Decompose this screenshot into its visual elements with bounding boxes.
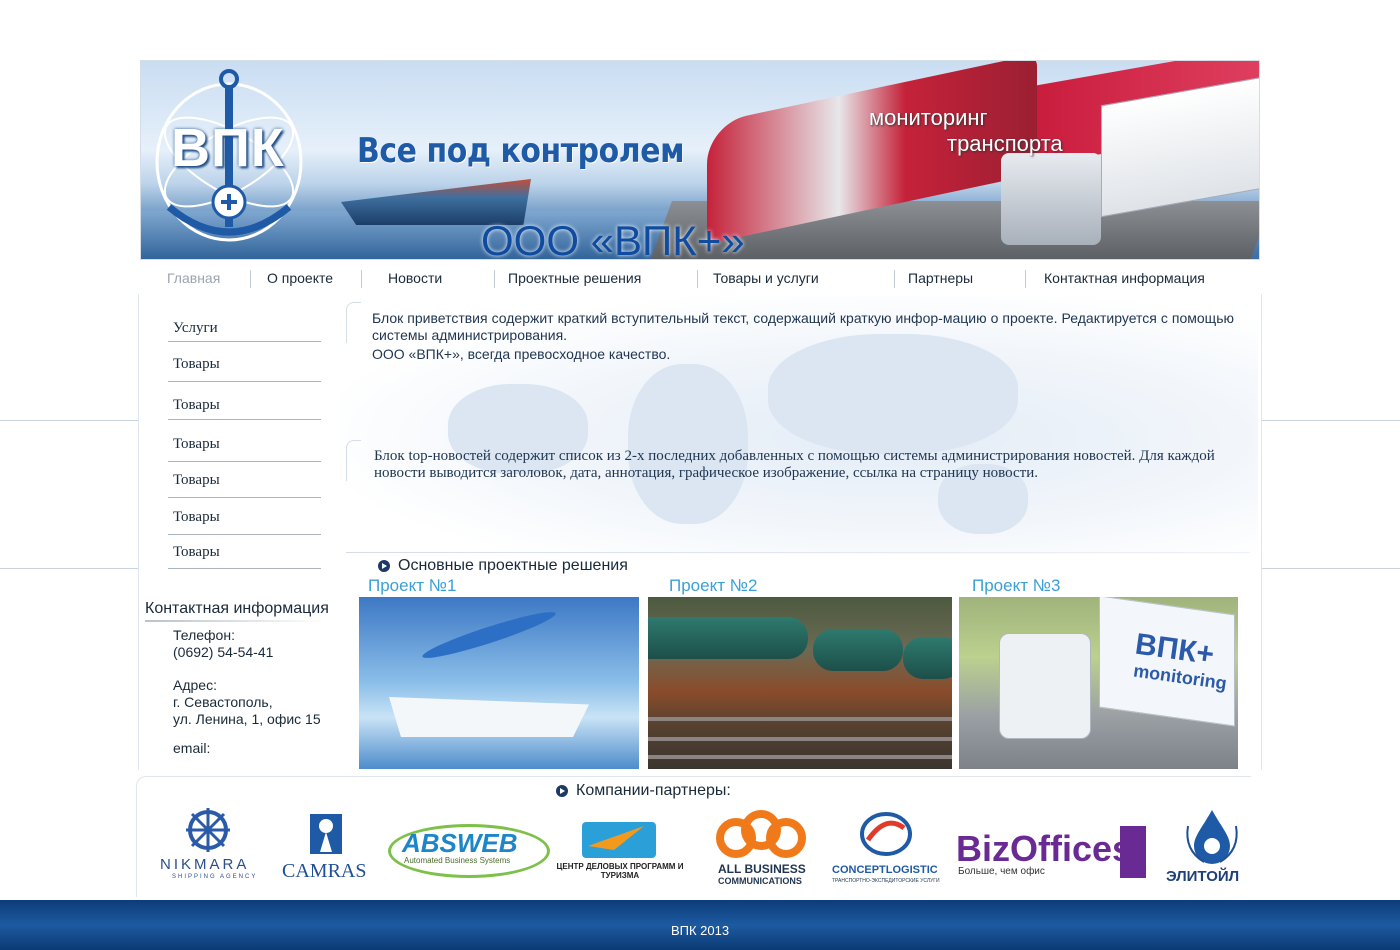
topnews-block-corner bbox=[346, 440, 361, 481]
nav-separator bbox=[250, 270, 251, 288]
sidebar-item-products[interactable]: Товары bbox=[168, 356, 321, 382]
nav-separator bbox=[494, 270, 495, 288]
rail-track bbox=[648, 717, 952, 721]
site-logo[interactable]: ВПК bbox=[149, 67, 309, 247]
rail-track bbox=[648, 755, 952, 759]
project-1-image[interactable] bbox=[359, 597, 639, 769]
concept-swirl-icon bbox=[860, 812, 912, 856]
bullet-icon bbox=[378, 560, 390, 572]
partner-subname: Больше, чем офис bbox=[958, 866, 1045, 877]
map-continent bbox=[768, 334, 1018, 454]
projects-section-title: Основные проектные решения bbox=[398, 557, 628, 574]
sidebar-item-products[interactable]: Товары bbox=[168, 436, 321, 462]
nav-item-partners[interactable]: Партнеры bbox=[908, 270, 973, 286]
welcome-text: Блок приветствия содержит краткий вступи… bbox=[372, 310, 1234, 343]
partner-subname: Automated Business Systems bbox=[404, 856, 511, 865]
briefcase-plane-icon bbox=[582, 822, 656, 858]
contact-phone-label: Телефон: bbox=[173, 627, 235, 643]
contact-title: Контактная информация bbox=[145, 600, 329, 617]
project-3-title[interactable]: Проект №3 bbox=[972, 576, 1060, 596]
welcome-block-corner bbox=[346, 302, 361, 343]
ship-wheel-icon bbox=[186, 808, 230, 852]
nav-separator bbox=[894, 270, 895, 288]
sidebar-item-products[interactable]: Товары bbox=[168, 544, 321, 569]
partner-logo-business-center[interactable]: ЦЕНТР ДЕЛОВЫХ ПРОГРАММ И ТУРИЗМА bbox=[556, 812, 684, 880]
nav-separator bbox=[361, 270, 362, 288]
contact-underline bbox=[145, 620, 327, 622]
tank-car-image bbox=[813, 629, 903, 671]
partner-logo-all-business[interactable]: ALL BUSINESS COMMUNICATIONS bbox=[712, 808, 812, 888]
partner-name: CAMRAS bbox=[282, 860, 367, 882]
cruise-ship-image bbox=[389, 697, 589, 737]
nav-item-solutions[interactable]: Проектные решения bbox=[508, 270, 641, 286]
logo-text: ВПК bbox=[171, 118, 285, 178]
truck-cab-image bbox=[1001, 153, 1101, 245]
oil-drop-icon bbox=[1186, 810, 1238, 864]
partner-name: ABSWEB bbox=[402, 828, 518, 858]
partner-subname: SHIPPING AGENCY bbox=[172, 874, 258, 880]
contact-address-label: Адрес: bbox=[173, 677, 217, 693]
contact-street: ул. Ленина, 1, офис 15 bbox=[173, 711, 321, 727]
abc-logo-icon bbox=[716, 810, 806, 858]
nav-separator bbox=[1025, 270, 1026, 288]
contact-city: г. Севастополь, bbox=[173, 694, 273, 710]
sidebar-item-products[interactable]: Товары bbox=[168, 472, 321, 498]
banner-company-name: ООО «ВПК+» bbox=[481, 217, 745, 260]
partner-logo-bizoffices[interactable]: BizOffices Больше, чем офис bbox=[956, 826, 1146, 878]
partner-name: BizOffices bbox=[956, 828, 1133, 869]
truck-cab-image bbox=[999, 633, 1091, 739]
partner-name: CONCEPTLOGISTIC bbox=[832, 864, 938, 876]
contact-email-label: email: bbox=[173, 740, 211, 756]
nav-item-about[interactable]: О проекте bbox=[267, 270, 333, 286]
tank-car-image bbox=[648, 617, 808, 659]
sidebar-item-services[interactable]: Услуги bbox=[168, 320, 321, 342]
main-nav: Главная О проекте Новости Проектные реше… bbox=[140, 264, 1260, 294]
sidebar-item-products[interactable]: Товары bbox=[168, 397, 321, 420]
partner-logo-conceptlogistic[interactable]: CONCEPTLOGISTIC ТРАНСПОРТНО-ЭКСПЕДИТОРСК… bbox=[832, 810, 942, 886]
partner-logo-absweb[interactable]: ABSWEB Automated Business Systems bbox=[388, 816, 550, 878]
nav-item-home[interactable]: Главная bbox=[167, 270, 220, 286]
partner-name: ЦЕНТР ДЕЛОВЫХ ПРОГРАММ И ТУРИЗМА bbox=[556, 862, 684, 880]
map-continent bbox=[628, 364, 748, 524]
footer-copyright: ВПК 2013 bbox=[670, 923, 730, 938]
nav-item-products[interactable]: Товары и услуги bbox=[713, 270, 819, 286]
partner-subname: ТРАНСПОРТНО-ЭКСПЕДИТОРСКИЕ УСЛУГИ bbox=[832, 878, 940, 884]
nav-item-contacts[interactable]: Контактная информация bbox=[1044, 270, 1205, 286]
partner-name: NIKMARA bbox=[160, 856, 250, 873]
nav-item-news[interactable]: Новости bbox=[388, 270, 442, 286]
contact-phone: (0692) 54-54-41 bbox=[173, 644, 274, 660]
sidebar-item-products[interactable]: Товары bbox=[168, 509, 321, 535]
project-1-title[interactable]: Проект №1 bbox=[368, 576, 456, 596]
partner-logo-camras[interactable]: CAMRAS bbox=[276, 812, 376, 884]
banner-monitoring-line1: мониторинг bbox=[869, 105, 988, 130]
banner-slogan: Все под контролем bbox=[357, 131, 685, 171]
camras-emblem-icon bbox=[310, 814, 342, 854]
partner-logo-nikmara[interactable]: NIKMARA SHIPPING AGENCY bbox=[158, 806, 258, 882]
banner-monitoring-line2: транспорта bbox=[947, 131, 1063, 156]
project-2-title[interactable]: Проект №2 bbox=[669, 576, 757, 596]
project-3-image[interactable]: ВПК+ monitoring bbox=[959, 597, 1238, 769]
partner-subname: COMMUNICATIONS bbox=[718, 876, 802, 886]
partner-name: ALL BUSINESS bbox=[718, 862, 806, 876]
partner-name: ЭЛИТОЙЛ bbox=[1166, 868, 1240, 885]
welcome-text-2: ООО «ВПК+», всегда превосходное качество… bbox=[372, 346, 671, 362]
project-2-image[interactable] bbox=[648, 597, 952, 769]
tank-car-image bbox=[903, 637, 952, 679]
airplane-image bbox=[419, 605, 559, 665]
bullet-icon bbox=[556, 785, 568, 797]
rail-track bbox=[648, 737, 952, 741]
partner-logo-elitoil[interactable]: ЭЛИТОЙЛ bbox=[1162, 806, 1262, 888]
topnews-text: Блок top-новостей содержит список из 2-х… bbox=[374, 448, 1215, 481]
partners-title: Компании-партнеры: bbox=[576, 782, 731, 799]
header-banner: ВПК Все под контролем мониторинг транспо… bbox=[140, 60, 1260, 260]
nav-separator bbox=[697, 270, 698, 288]
projects-divider bbox=[346, 552, 1250, 553]
